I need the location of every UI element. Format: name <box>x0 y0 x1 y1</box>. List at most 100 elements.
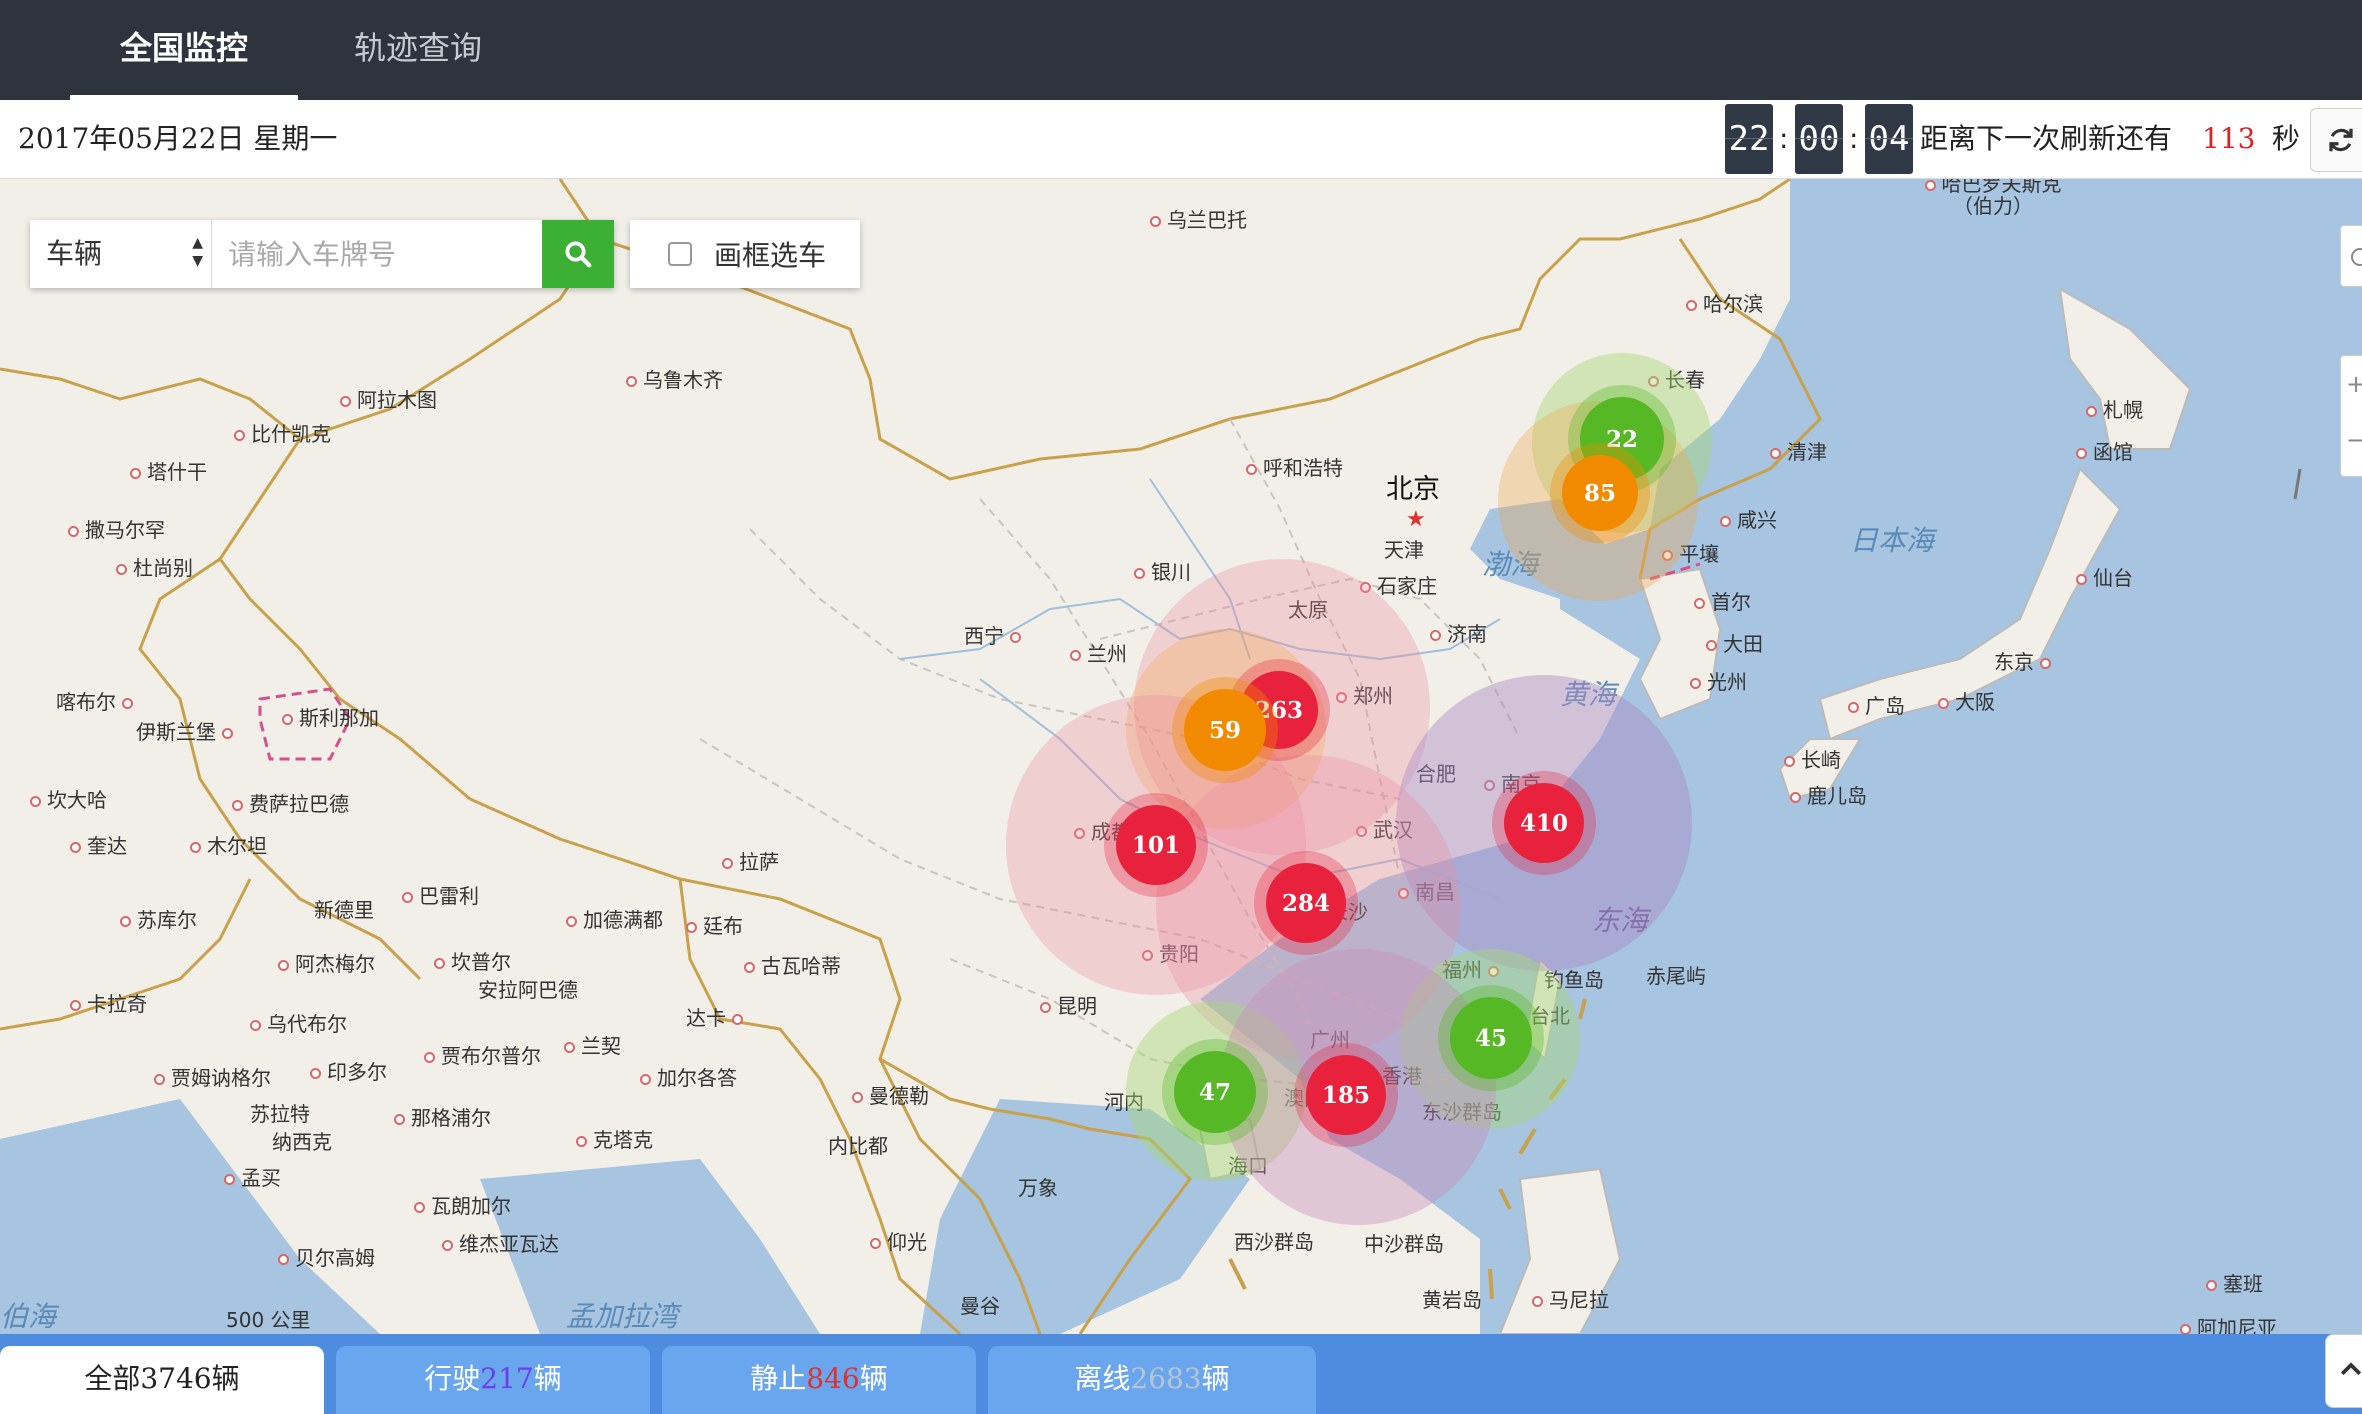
vehicle-cluster[interactable]: 410 <box>1504 783 1584 863</box>
sea-label: 孟加拉湾 <box>566 1300 679 1333</box>
vehicle-cluster[interactable]: 47 <box>1174 1051 1256 1133</box>
city-label: 喀布尔 <box>56 691 139 713</box>
city-label: 伊斯兰堡 <box>136 721 239 743</box>
vehicle-cluster[interactable]: 59 <box>1184 689 1266 771</box>
city-label: 济南 <box>1430 623 1487 645</box>
plate-number-input[interactable] <box>214 220 534 288</box>
frame-select-label: 画框选车 <box>714 239 827 272</box>
frame-select-toggle[interactable]: 画框选车 <box>630 220 860 288</box>
city-label: 西沙群岛 <box>1234 1230 1314 1254</box>
city-label: 贾布尔普尔 <box>424 1045 541 1067</box>
city-label: 安拉阿巴德 <box>478 978 578 1002</box>
vehicle-cluster[interactable]: 45 <box>1450 997 1532 1079</box>
city-label: 维杰亚瓦达 <box>442 1233 559 1255</box>
search-type-select[interactable]: 车辆 ▲ ▼ <box>30 220 212 288</box>
zoom-control[interactable]: + − <box>2340 355 2362 477</box>
city-label: 瓦朗加尔 <box>414 1195 511 1217</box>
city-label: 阿加尼亚 <box>2180 1317 2277 1334</box>
city-label: 札幌 <box>2086 399 2143 421</box>
tab-moving-vehicles[interactable]: 行驶217辆 <box>336 1346 650 1414</box>
clock-minutes: 00 <box>1795 104 1843 174</box>
vehicle-cluster[interactable]: 185 <box>1306 1055 1386 1135</box>
city-label: 天津 <box>1384 538 1424 562</box>
map-scale: 500 公里 <box>226 1308 311 1332</box>
city-label: 贝尔高姆 <box>278 1247 375 1269</box>
clock-colon: : <box>1849 122 1859 155</box>
city-label: 塞班 <box>2206 1273 2263 1295</box>
vehicle-cluster[interactable]: 85 <box>1562 455 1638 531</box>
location-button[interactable] <box>2340 225 2362 287</box>
city-label: 廷布 <box>686 915 743 937</box>
checkbox-icon[interactable] <box>668 242 692 266</box>
city-label: 古瓦哈蒂 <box>744 955 841 977</box>
tab-track-query[interactable]: 轨迹查询 <box>318 0 518 100</box>
city-label: 卡拉奇 <box>70 993 147 1015</box>
city-label: 光州 <box>1690 671 1747 693</box>
capital-star-icon: ★ <box>1406 507 1426 532</box>
vehicle-cluster[interactable]: 284 <box>1266 863 1346 943</box>
city-label: 杜尚别 <box>116 557 193 579</box>
city-label: 阿拉木图 <box>340 389 437 411</box>
city-label: 乌鲁木齐 <box>626 369 723 391</box>
city-label: 加尔各答 <box>640 1067 737 1089</box>
city-label: 昆明 <box>1040 995 1097 1017</box>
city-label: 加德满都 <box>566 909 663 931</box>
map-view[interactable]: 乌兰巴托 哈巴罗夫斯克（伯力） 哈尔滨 长春 札幌 函馆 清津 乌鲁木齐 阿拉木… <box>0 179 2362 1334</box>
capital-label: 北京 <box>1386 474 1440 505</box>
zoom-in-icon[interactable]: + <box>2341 356 2362 412</box>
city-label: 苏拉特 <box>250 1102 310 1126</box>
tab-all-vehicles[interactable]: 全部3746辆 <box>0 1346 324 1414</box>
city-label: 仙台 <box>2076 567 2133 589</box>
collapse-panel-button[interactable] <box>2325 1334 2362 1408</box>
tab-national-monitoring[interactable]: 全国监控 <box>70 0 298 100</box>
search-icon <box>565 241 592 268</box>
refresh-countdown-label: 距离下一次刷新还有 <box>1920 122 2173 155</box>
zoom-out-icon[interactable]: − <box>2341 412 2362 468</box>
city-label: 内比都 <box>828 1134 888 1158</box>
city-label: 巴雷利 <box>402 885 479 907</box>
sea-label: 日本海 <box>1850 524 1935 557</box>
city-label: 贾姆讷格尔 <box>154 1067 271 1089</box>
top-nav: 全国监控 轨迹查询 <box>0 0 2362 100</box>
city-label: 阿杰梅尔 <box>278 953 375 975</box>
city-label: 比什凯克 <box>234 423 331 445</box>
vehicle-cluster[interactable]: 101 <box>1116 805 1196 885</box>
city-label: 斯利那加 <box>282 707 379 729</box>
city-label: 兰州 <box>1070 643 1127 665</box>
city-label: 坎普尔 <box>434 951 511 973</box>
city-label: 广岛 <box>1848 695 1905 717</box>
refresh-button[interactable] <box>2310 108 2362 172</box>
city-label: 中沙群岛 <box>1364 1232 1444 1256</box>
city-label: 大阪 <box>1938 691 1995 713</box>
city-label: 奎达 <box>70 835 127 857</box>
city-label: 坎大哈 <box>30 789 107 811</box>
refresh-countdown-unit: 秒 <box>2272 122 2301 155</box>
city-label: 乌代布尔 <box>250 1013 347 1035</box>
city-label: 长崎 <box>1784 749 1841 771</box>
city-label: 大田 <box>1706 633 1763 655</box>
clock-colon: : <box>1779 122 1789 155</box>
city-label: 纳西克 <box>272 1130 332 1154</box>
city-label: 曼德勒 <box>852 1085 929 1107</box>
city-label: 孟买 <box>224 1167 281 1189</box>
city-label: 马尼拉 <box>1532 1289 1609 1311</box>
location-icon <box>2351 248 2362 266</box>
city-label: 拉萨 <box>722 851 779 873</box>
city-label: 克塔克 <box>576 1129 653 1151</box>
clock-seconds: 04 <box>1865 104 1913 174</box>
city-label: 呼和浩特 <box>1246 457 1343 479</box>
city-label: 哈尔滨 <box>1686 293 1763 315</box>
search-button[interactable] <box>542 220 614 288</box>
city-label: 费萨拉巴德 <box>232 793 349 815</box>
tab-offline-vehicles[interactable]: 离线2683辆 <box>988 1346 1316 1414</box>
city-label: 赤尾屿 <box>1646 964 1706 988</box>
city-label: 鹿儿岛 <box>1790 785 1867 807</box>
city-label: 咸兴 <box>1720 509 1777 531</box>
city-label: 曼谷 <box>960 1294 1000 1318</box>
info-bar: 2017年05月22日 星期一 22 : 00 : 04 距离下一次刷新还有 1… <box>0 100 2362 179</box>
tab-stopped-vehicles[interactable]: 静止846辆 <box>662 1346 976 1414</box>
status-tab-bar: 全部3746辆 行驶217辆 静止846辆 离线2683辆 <box>0 1334 2362 1414</box>
city-label: 乌兰巴托 <box>1150 209 1247 231</box>
city-label: 兰契 <box>564 1035 621 1057</box>
city-label: 达卡 <box>686 1007 749 1029</box>
